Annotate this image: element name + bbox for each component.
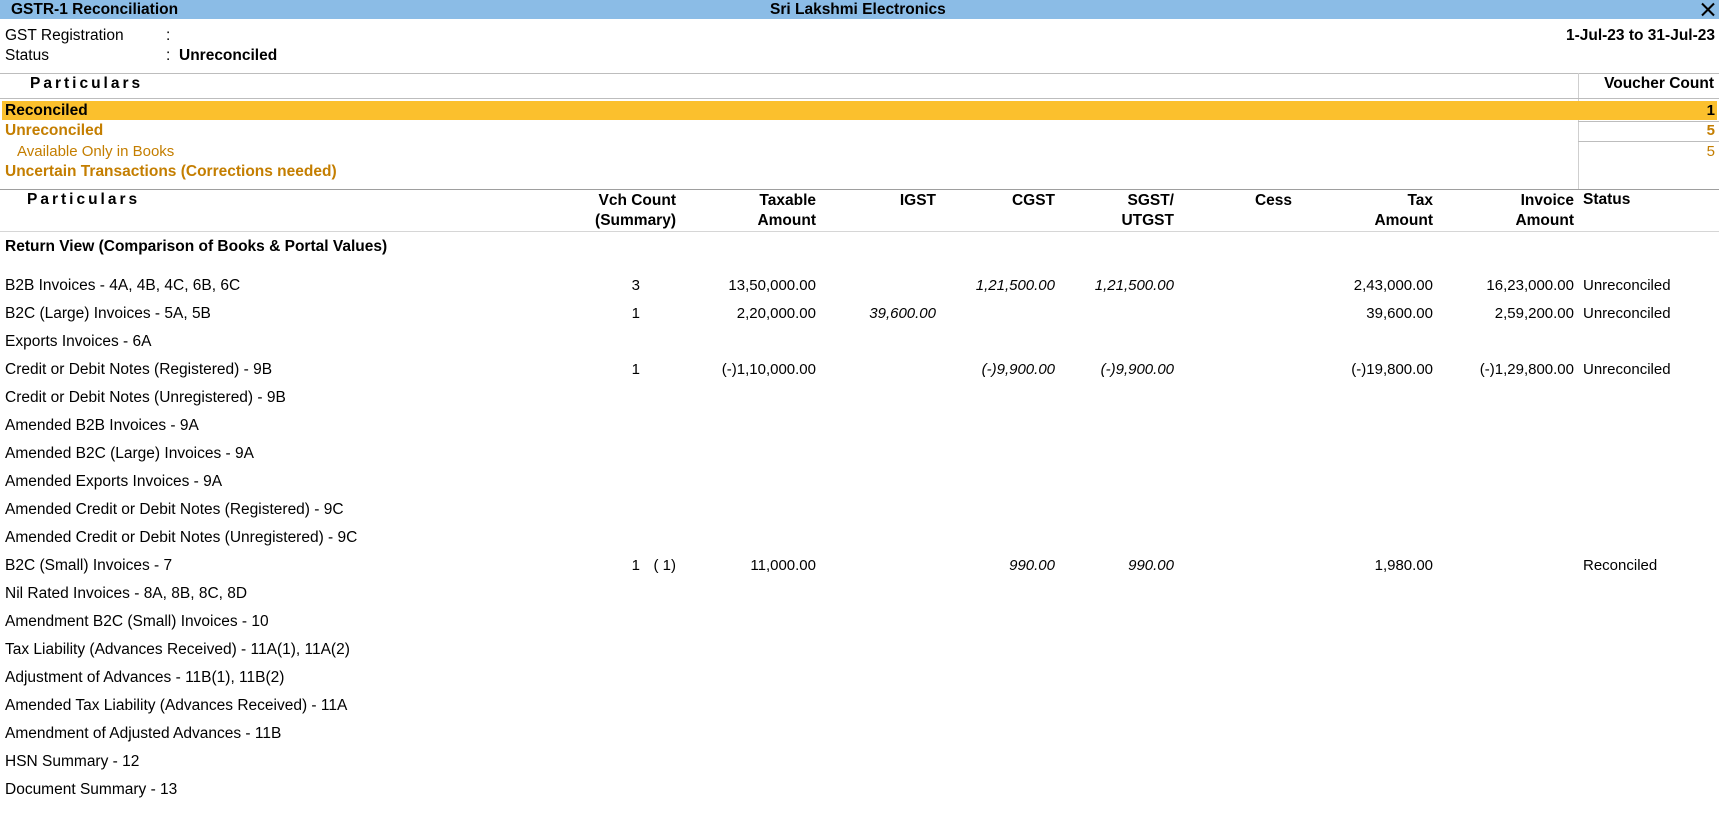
cess-header: Cess — [1254, 192, 1292, 209]
gst-colon: : — [166, 27, 171, 44]
row-label: B2C (Small) Invoices - 7 — [5, 557, 173, 574]
sgst-cell: 990.00 — [1128, 557, 1174, 574]
header-line: Amount — [1515, 212, 1574, 229]
summary-label: Unreconciled — [5, 122, 104, 139]
sgst-cell: 1,21,500.00 — [1094, 277, 1174, 294]
period[interactable]: 1-Jul-23 to 31-Jul-23 — [1566, 27, 1715, 45]
tax-amount-cell: 39,600.00 — [1366, 305, 1433, 322]
taxable-amount-cell: 2,20,000.00 — [736, 305, 816, 322]
row-label: Amended Tax Liability (Advances Received… — [5, 697, 348, 714]
header-line: Vch Count — [598, 192, 677, 209]
taxable-amount-cell: 13,50,000.00 — [728, 277, 816, 294]
header-line: Tax — [1407, 192, 1433, 209]
invoice-amount-cell: 16,23,000.00 — [1486, 277, 1574, 294]
row-label: HSN Summary - 12 — [5, 753, 140, 770]
row-label: Amended Exports Invoices - 9A — [5, 473, 223, 490]
cgst-header: CGST — [1011, 192, 1055, 209]
cgst-cell: 1,21,500.00 — [975, 277, 1055, 294]
sgst-cell: (-)9,900.00 — [1100, 361, 1174, 378]
divider — [0, 98, 1719, 99]
summary-label: Reconciled — [5, 102, 88, 119]
status-cell: Unreconciled — [1583, 277, 1671, 294]
tax-amount-cell: 1,980.00 — [1374, 557, 1433, 574]
row-label: Credit or Debit Notes (Registered) - 9B — [5, 361, 273, 378]
row-label: Amendment B2C (Small) Invoices - 10 — [5, 613, 269, 630]
header-line: UTGST — [1121, 212, 1174, 229]
header-line: (Summary) — [595, 212, 676, 229]
row-label: Amended Credit or Debit Notes (Unregiste… — [5, 529, 358, 546]
status-header: Status — [1583, 191, 1631, 208]
header-line: Amount — [1374, 212, 1433, 229]
row-label: Credit or Debit Notes (Unregistered) - 9… — [5, 389, 286, 406]
gst-registration-label: GST Registration — [5, 27, 124, 44]
taxable-amount-header: Taxable Amount — [757, 191, 816, 231]
divider — [0, 189, 1719, 190]
company-name: Sri Lakshmi Electronics — [770, 1, 946, 18]
status-colon: : — [166, 47, 171, 64]
summary-row-reconciled[interactable]: Reconciled 1 — [2, 101, 1717, 120]
vch-summary-cell: ( 1) — [653, 557, 677, 574]
status-value: Unreconciled — [179, 47, 278, 64]
header-line: SGST/ — [1127, 192, 1174, 209]
tax-amount-header: Tax Amount — [1374, 191, 1433, 231]
row-label: Amendment of Adjusted Advances - 11B — [5, 725, 282, 742]
window-title: GSTR-1 Reconciliation — [11, 1, 179, 18]
summary-count: 5 — [1706, 143, 1715, 160]
tax-amount-cell: 2,43,000.00 — [1353, 277, 1433, 294]
row-label: Amended B2B Invoices - 9A — [5, 417, 199, 434]
close-icon[interactable] — [1699, 0, 1717, 19]
summary-label: Available Only in Books — [17, 143, 175, 160]
row-label: Nil Rated Invoices - 8A, 8B, 8C, 8D — [5, 585, 248, 602]
divider — [1578, 121, 1719, 122]
status-cell: Unreconciled — [1583, 305, 1671, 322]
row-label: Tax Liability (Advances Received) - 11A(… — [5, 641, 350, 658]
row-label: Adjustment of Advances - 11B(1), 11B(2) — [5, 669, 285, 686]
cgst-cell: 990.00 — [1009, 557, 1055, 574]
section-title: Return View (Comparison of Books & Porta… — [5, 238, 388, 255]
vch-count-cell: 1 — [631, 557, 640, 574]
igst-cell: 39,600.00 — [869, 305, 936, 322]
summary-label: Uncertain Transactions (Corrections need… — [5, 163, 337, 180]
taxable-amount-cell: (-)1,10,000.00 — [721, 361, 816, 378]
title-bar: GSTR-1 Reconciliation Sri Lakshmi Electr… — [0, 0, 1719, 19]
taxable-amount-cell: 11,000.00 — [750, 557, 816, 574]
divider — [0, 231, 1719, 232]
vch-count-cell: 1 — [631, 305, 640, 322]
invoice-amount-header: Invoice Amount — [1515, 191, 1574, 231]
voucher-count-header: Voucher Count — [1604, 75, 1714, 92]
row-label: Exports Invoices - 6A — [5, 333, 152, 350]
row-label: B2C (Large) Invoices - 5A, 5B — [5, 305, 211, 322]
row-label: Document Summary - 13 — [5, 781, 178, 798]
vch-count-cell: 1 — [631, 361, 640, 378]
header-line: Amount — [757, 212, 816, 229]
status-cell: Unreconciled — [1583, 361, 1671, 378]
divider — [1578, 141, 1719, 142]
divider — [0, 73, 1719, 74]
summary-count: 5 — [1706, 122, 1715, 139]
summary-count: 1 — [1706, 102, 1715, 119]
row-label: B2B Invoices - 4A, 4B, 4C, 6B, 6C — [5, 277, 241, 294]
column-divider — [1578, 73, 1579, 189]
header-line: Invoice — [1520, 192, 1574, 209]
sgst-utgst-header: SGST/ UTGST — [1121, 191, 1174, 231]
vch-count-cell: 3 — [631, 277, 640, 294]
vch-count-header: Vch Count (Summary) — [595, 191, 676, 231]
cgst-cell: (-)9,900.00 — [981, 361, 1055, 378]
tax-amount-cell: (-)19,800.00 — [1351, 361, 1433, 378]
invoice-amount-cell: 2,59,200.00 — [1494, 305, 1574, 322]
status-cell: Reconciled — [1583, 557, 1658, 574]
status-label: Status — [5, 47, 49, 64]
header-line: Taxable — [759, 192, 816, 209]
particulars-header: Particulars — [27, 191, 141, 208]
row-label: Amended Credit or Debit Notes (Registere… — [5, 501, 344, 518]
invoice-amount-cell: (-)1,29,800.00 — [1479, 361, 1574, 378]
row-label: Amended B2C (Large) Invoices - 9A — [5, 445, 254, 462]
igst-header: IGST — [899, 192, 936, 209]
summary-particulars-header: Particulars — [30, 75, 144, 92]
